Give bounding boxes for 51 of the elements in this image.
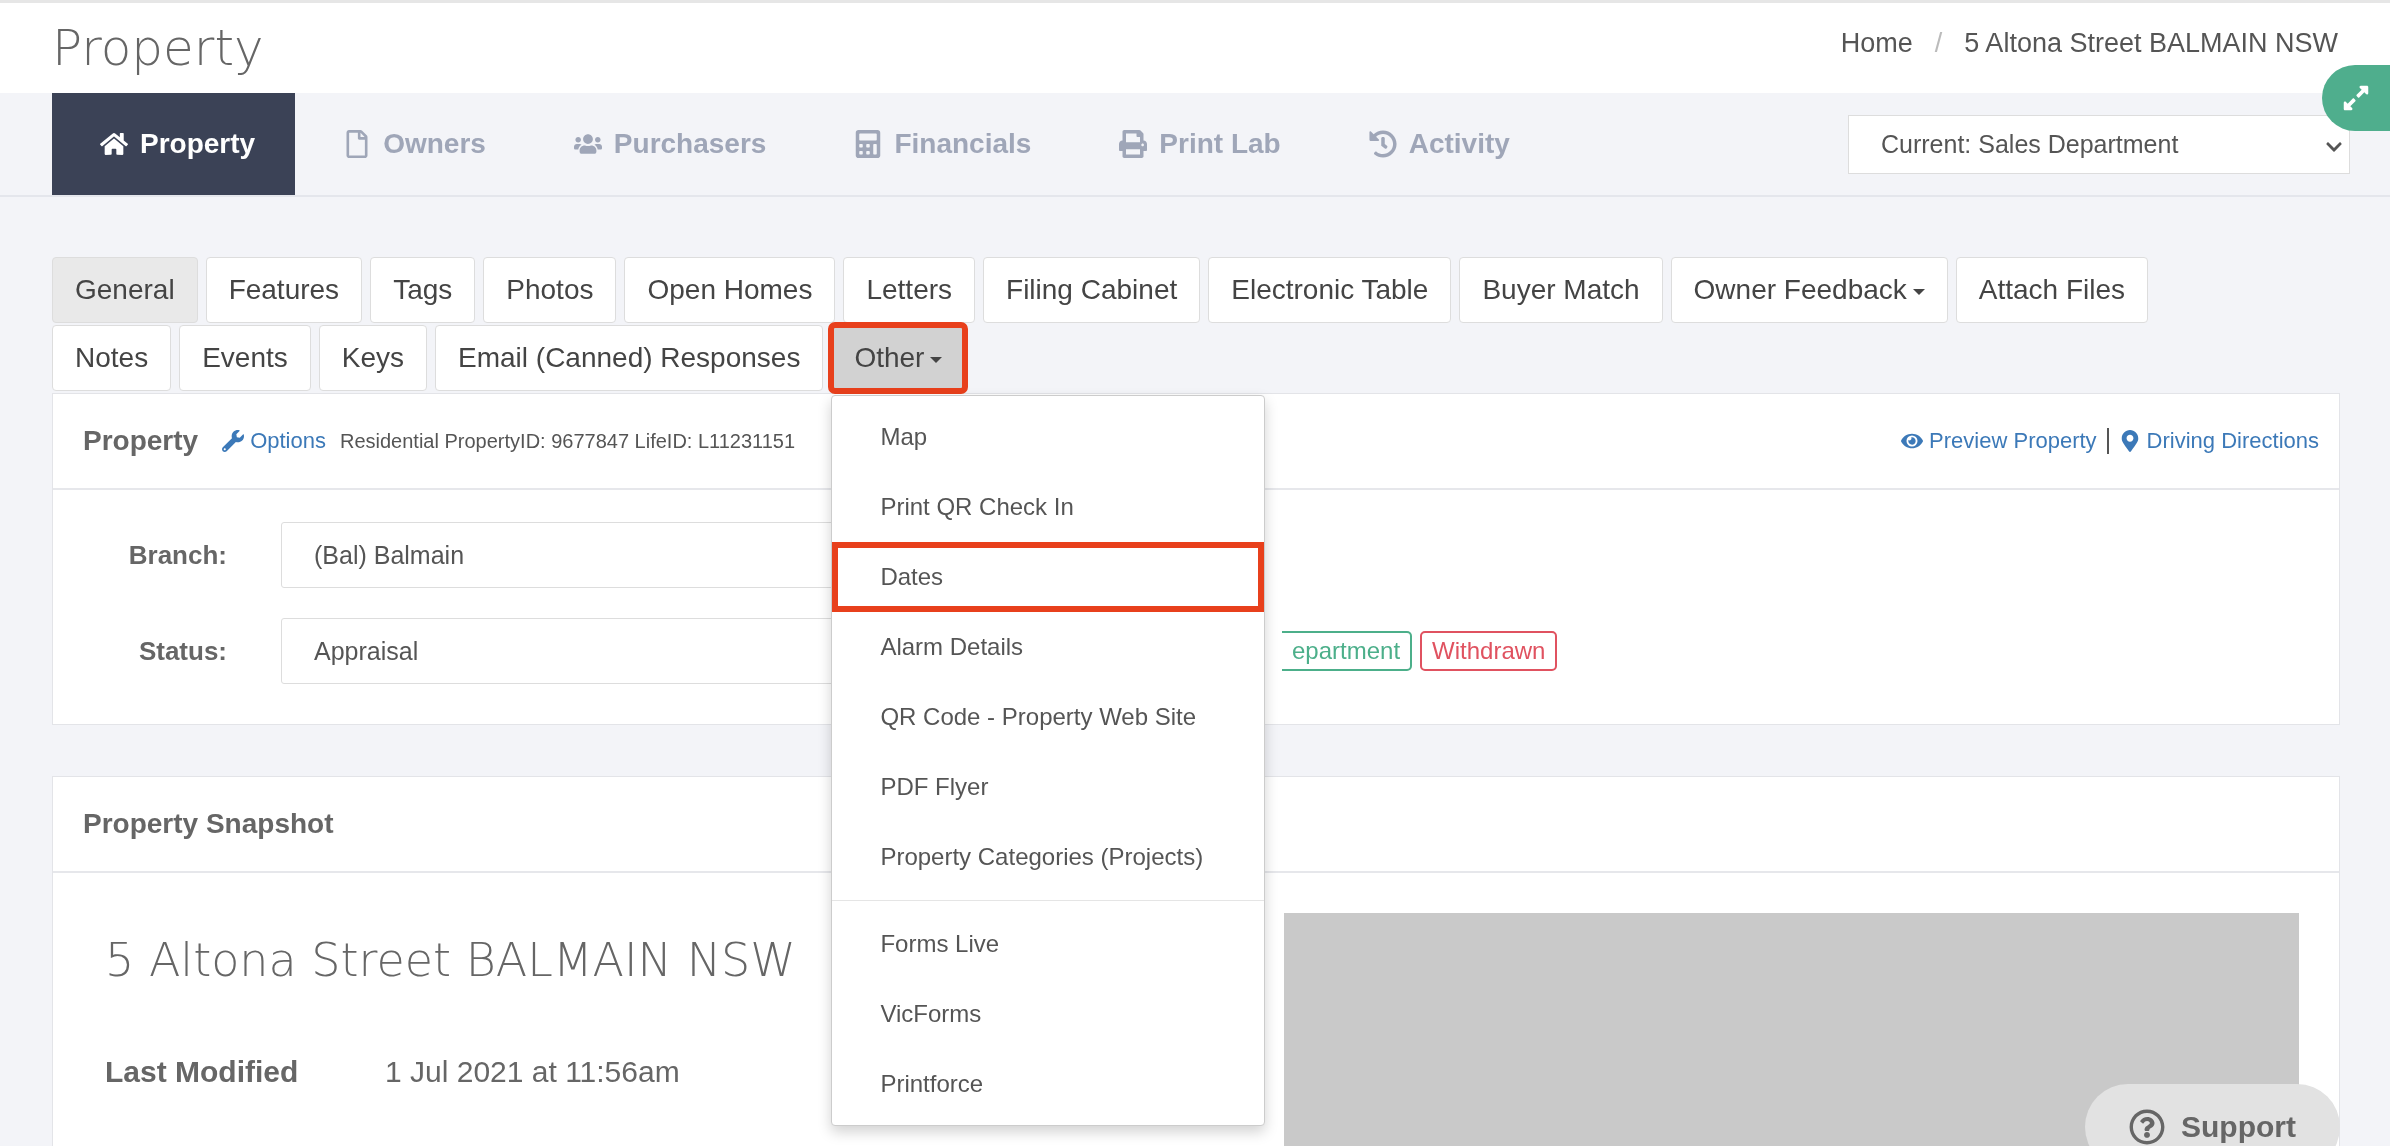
field-label: Status:	[137, 635, 228, 667]
nav-tab[interactable]: Property	[52, 93, 296, 195]
sub-tab[interactable]: Events	[179, 325, 311, 391]
breadcrumb-item[interactable]: Home	[1840, 27, 1913, 59]
menu-item[interactable]: QR Code - Property Web Site	[832, 682, 1265, 752]
menu-item[interactable]: VicForms	[832, 979, 1265, 1049]
breadcrumb-item: 5 Altona Street BALMAIN NSW	[1964, 27, 2338, 59]
sub-tab[interactable]: Tags	[370, 257, 476, 323]
panel-title: Property Snapshot	[83, 808, 334, 840]
menu-item[interactable]: Printforce	[832, 1049, 1265, 1119]
help-icon	[2129, 1109, 2165, 1145]
property-ids: Residential PropertyID: 9677847 LifeID: L11231151	[340, 429, 796, 453]
sub-tab[interactable]: Photos	[483, 257, 617, 323]
sub-tab[interactable]: Open Homes	[624, 257, 836, 323]
sub-tab[interactable]: Other	[831, 325, 966, 391]
sub-tab[interactable]: Filing Cabinet	[983, 257, 1201, 323]
expand-button[interactable]	[2322, 65, 2390, 131]
sub-tab[interactable]: Buyer Match	[1459, 257, 1663, 323]
options-link[interactable]: Options	[222, 428, 326, 454]
wrench-icon	[222, 430, 245, 452]
support-button[interactable]: Support	[2085, 1084, 2340, 1146]
sub-tab[interactable]: Email (Canned) Responses	[435, 325, 824, 391]
sub-tab[interactable]: Notes	[52, 325, 172, 391]
sub-tab[interactable]: Attach Files	[1955, 257, 2149, 323]
detail-value: 1 Jul 2021 at 11:56am	[385, 1055, 680, 1089]
menu-item[interactable]: PDF Flyer	[832, 752, 1265, 822]
home-icon	[100, 130, 128, 158]
menu-item[interactable]: Map	[832, 402, 1265, 472]
menu-item[interactable]: Property Categories (Projects)	[832, 822, 1265, 892]
page-title: Property	[52, 19, 264, 77]
sub-tab[interactable]: General	[52, 257, 198, 323]
sub-tab[interactable]: Electronic Table	[1208, 257, 1452, 323]
sub-tab[interactable]: Letters	[843, 257, 976, 323]
detail-label: Last Modified	[105, 1055, 300, 1089]
status-tag: Withdrawn	[1420, 631, 1558, 671]
department-select[interactable]: Current: Sales Department	[1848, 114, 2350, 174]
panel-link[interactable]: Preview Property	[1901, 428, 2097, 454]
menu-item[interactable]: Forms Live	[832, 909, 1265, 979]
status-tag: epartment	[1282, 631, 1413, 671]
history-icon	[1368, 130, 1397, 158]
calculator-icon	[854, 130, 883, 158]
panel-title: Property	[83, 425, 199, 457]
field-label: Branch:	[127, 539, 228, 571]
printer-icon	[1119, 130, 1148, 158]
sub-tab[interactable]: Owner Feedback	[1670, 257, 1948, 323]
property-address: 5 Altona Street BALMAIN NSW	[105, 933, 796, 987]
breadcrumb-separator: /	[1934, 27, 1943, 59]
expand-icon	[2342, 84, 2370, 112]
sub-tab[interactable]: Keys	[318, 325, 427, 391]
panel-link[interactable]: Driving Directions	[2118, 428, 2319, 454]
sub-tab[interactable]: Features	[205, 257, 363, 323]
